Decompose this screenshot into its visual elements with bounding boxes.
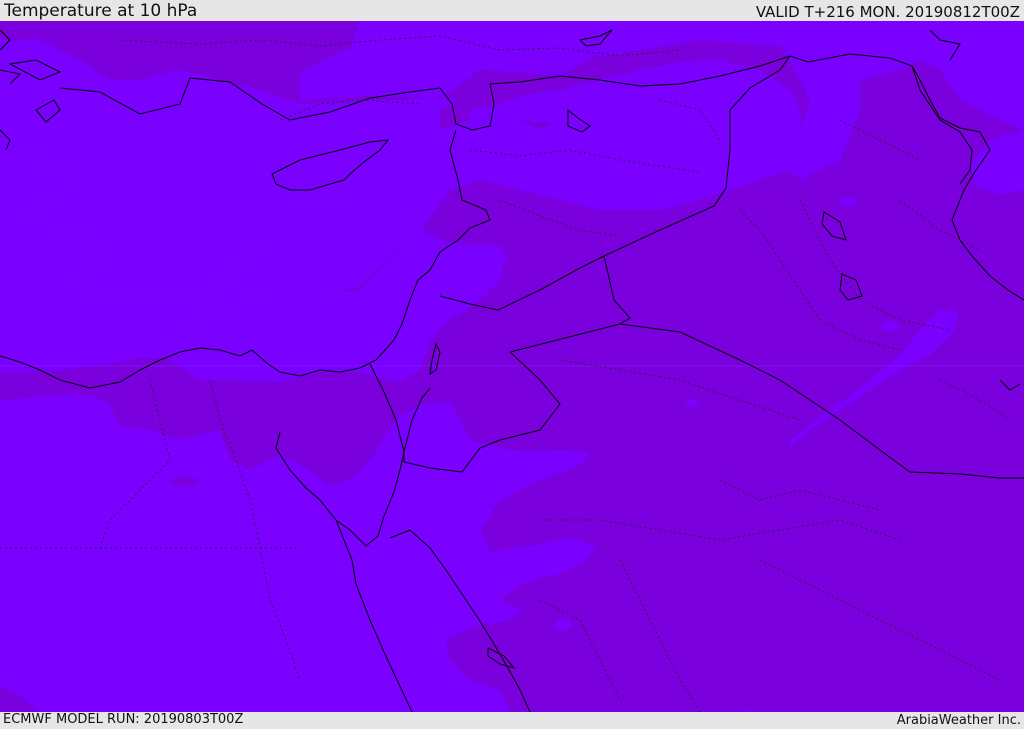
- map-figure: Temperature at 10 hPa VALID T+216 MON. 2…: [0, 0, 1024, 729]
- light-spot-sea: [363, 307, 389, 319]
- model-run-label: ECMWF MODEL RUN: 20190803T00Z: [3, 712, 244, 727]
- map-canvas: [0, 21, 1024, 712]
- valid-time: VALID T+216 MON. 20190812T00Z: [755, 3, 1020, 21]
- dark-spot-se: [809, 666, 823, 678]
- light-spot-south: [334, 665, 386, 695]
- header-bar: Temperature at 10 hPa VALID T+216 MON. 2…: [0, 0, 1024, 21]
- light-spot-east: [686, 399, 698, 407]
- footer-bar: ECMWF MODEL RUN: 20190803T00Z ArabiaWeat…: [0, 712, 1024, 729]
- light-spot-iran-2: [819, 154, 833, 162]
- credit-label: ArabiaWeather Inc.: [896, 713, 1021, 728]
- dark-spot-egypt: [171, 477, 199, 487]
- light-spot-iran: [840, 198, 856, 206]
- map-title: Temperature at 10 hPa: [4, 1, 198, 21]
- light-spot-iraq: [881, 321, 899, 331]
- light-spot-south-2: [554, 619, 572, 631]
